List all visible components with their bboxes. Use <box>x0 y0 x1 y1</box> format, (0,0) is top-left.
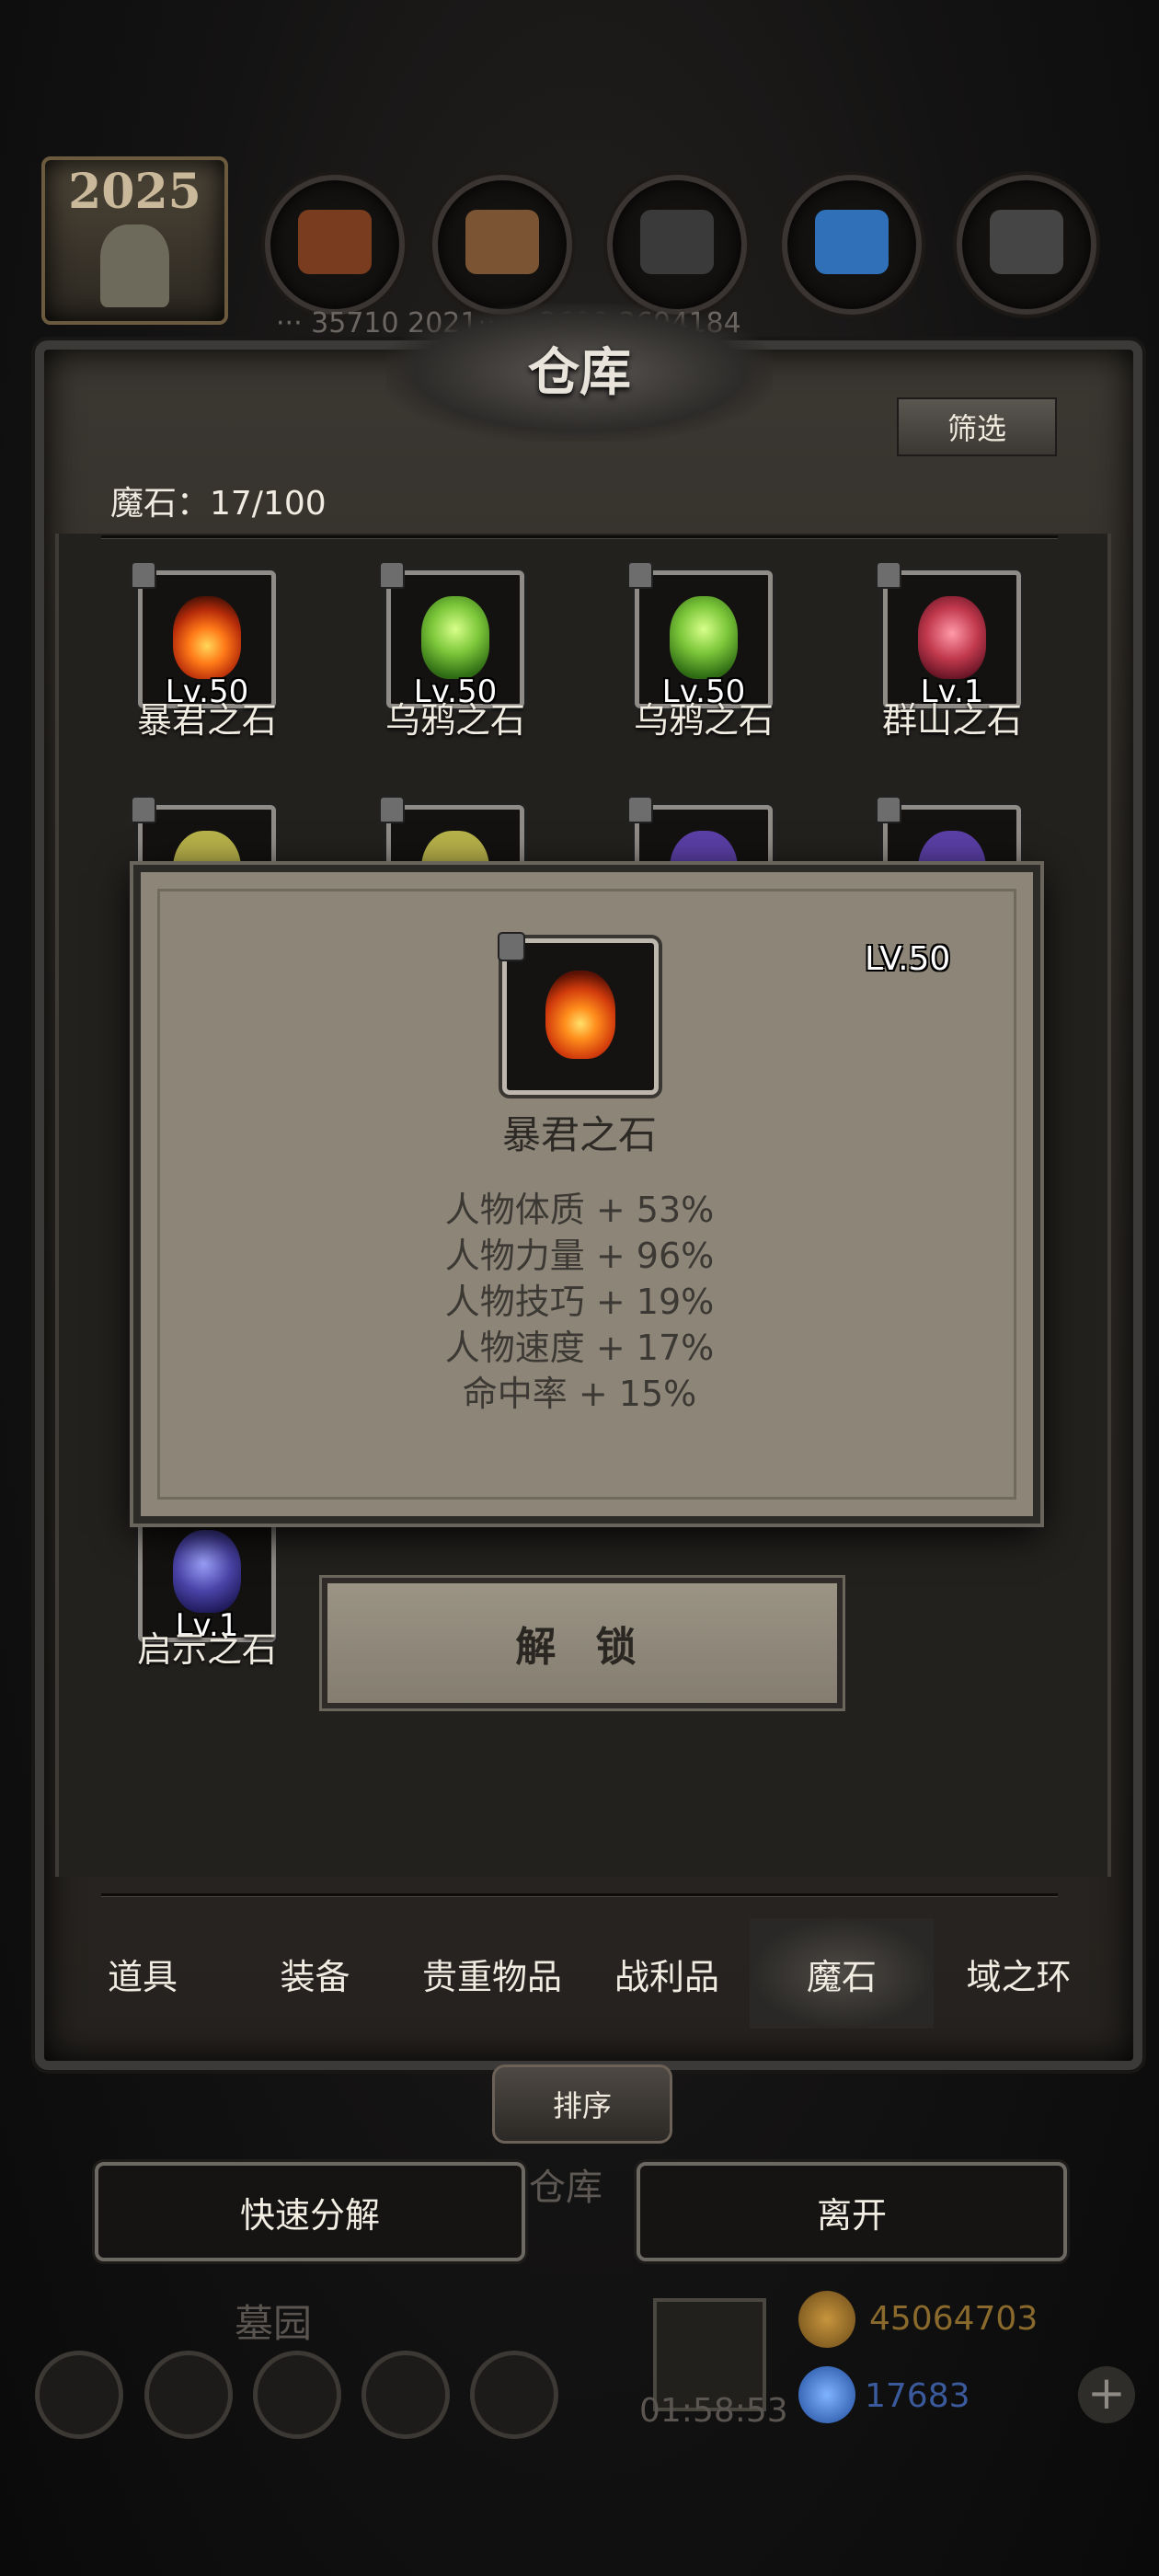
crow-stone-icon <box>670 596 738 679</box>
stone-item[interactable]: Lv.50 <box>131 561 276 710</box>
event-year: 2025 <box>68 164 201 220</box>
gold-amount: 45064703 <box>869 2300 1039 2338</box>
popup-item-icon <box>498 932 659 1095</box>
revelation-stone-icon <box>173 1530 241 1613</box>
tab-equipment[interactable]: 装备 <box>230 1918 400 2029</box>
plank-icon[interactable] <box>432 175 572 315</box>
gold-coin-icon <box>798 2291 855 2348</box>
item-name: 暴君之石 <box>136 700 277 741</box>
stat-line: 命中率 + 15% <box>462 1374 697 1414</box>
divider-top <box>101 535 1058 538</box>
panel-title: 仓库 <box>528 342 631 403</box>
tab-items[interactable]: 道具 <box>55 1918 230 2029</box>
iron-ingot-icon[interactable] <box>607 175 747 315</box>
tab-domain-ring[interactable]: 域之环 <box>934 1918 1104 2029</box>
popup-level: LV.50 <box>865 940 951 978</box>
popup-item-name: 暴君之石 <box>501 1112 657 1157</box>
achievement-icon[interactable] <box>144 2351 233 2439</box>
item-name: 群山之石 <box>881 700 1022 741</box>
lock-icon <box>131 796 156 823</box>
item-name: 乌鸦之石 <box>633 700 774 741</box>
stat-line: 人物力量 + 96% <box>444 1236 715 1276</box>
item-name: 启示之石 <box>136 1629 277 1670</box>
lock-icon <box>498 932 525 961</box>
diamond-icon <box>798 2366 855 2423</box>
leave-button[interactable]: 离开 <box>637 2162 1067 2261</box>
item-name: 乌鸦之石 <box>384 700 525 741</box>
quick-decompose-button[interactable]: 快速分解 <box>95 2162 525 2261</box>
lock-icon <box>379 561 405 589</box>
add-currency-button[interactable]: + <box>1078 2366 1135 2423</box>
crystal-icon[interactable] <box>782 175 922 315</box>
stone-item[interactable]: Lv.50 <box>627 561 773 710</box>
tab-valuables[interactable]: 贵重物品 <box>400 1918 584 2029</box>
magic-stone-count: 魔石：17/100 <box>110 485 327 523</box>
stat-line: 人物体质 + 53% <box>444 1190 715 1230</box>
settings-icon[interactable] <box>35 2351 123 2439</box>
mountain-stone-icon <box>918 596 986 679</box>
tyrant-stone-icon <box>173 596 241 679</box>
dice-icon[interactable] <box>470 2351 558 2439</box>
tyrant-stone-icon <box>545 971 615 1059</box>
gift-timer: 01:58:53 <box>639 2392 788 2430</box>
filter-button[interactable]: 筛选 <box>897 397 1057 456</box>
lock-icon <box>379 796 405 823</box>
stat-line: 人物速度 + 17% <box>444 1328 715 1368</box>
event-figure-icon <box>100 224 169 307</box>
unlock-button[interactable]: 解 锁 <box>322 1578 843 1708</box>
event-2025-badge[interactable]: 2025 <box>41 156 228 325</box>
background-warehouse-label: 仓库 <box>529 2167 602 2209</box>
tab-magic-stone[interactable]: 魔石 <box>750 1918 934 2029</box>
area-label: 墓园 <box>235 2301 313 2346</box>
map-icon[interactable] <box>253 2351 341 2439</box>
wood-log-icon[interactable] <box>265 175 405 315</box>
lock-icon <box>627 561 653 589</box>
lock-icon <box>876 796 901 823</box>
lock-icon <box>131 561 156 589</box>
tab-loot[interactable]: 战利品 <box>584 1918 750 2029</box>
mail-icon[interactable] <box>361 2351 450 2439</box>
stone-block-icon[interactable] <box>957 175 1096 315</box>
popup-stats: 人物体质 + 53% 人物力量 + 96% 人物技巧 + 19% 人物速度 + … <box>133 1187 1026 1417</box>
stone-item[interactable]: Lv.50 <box>379 561 524 710</box>
lock-icon <box>876 561 901 589</box>
lock-icon <box>627 796 653 823</box>
sort-button[interactable]: 排序 <box>492 2064 672 2144</box>
stone-item[interactable]: Lv.1 <box>876 561 1021 710</box>
gem-amount: 17683 <box>865 2377 970 2415</box>
divider-bottom <box>101 1893 1058 1896</box>
crow-stone-icon <box>421 596 489 679</box>
stat-line: 人物技巧 + 19% <box>444 1282 715 1322</box>
